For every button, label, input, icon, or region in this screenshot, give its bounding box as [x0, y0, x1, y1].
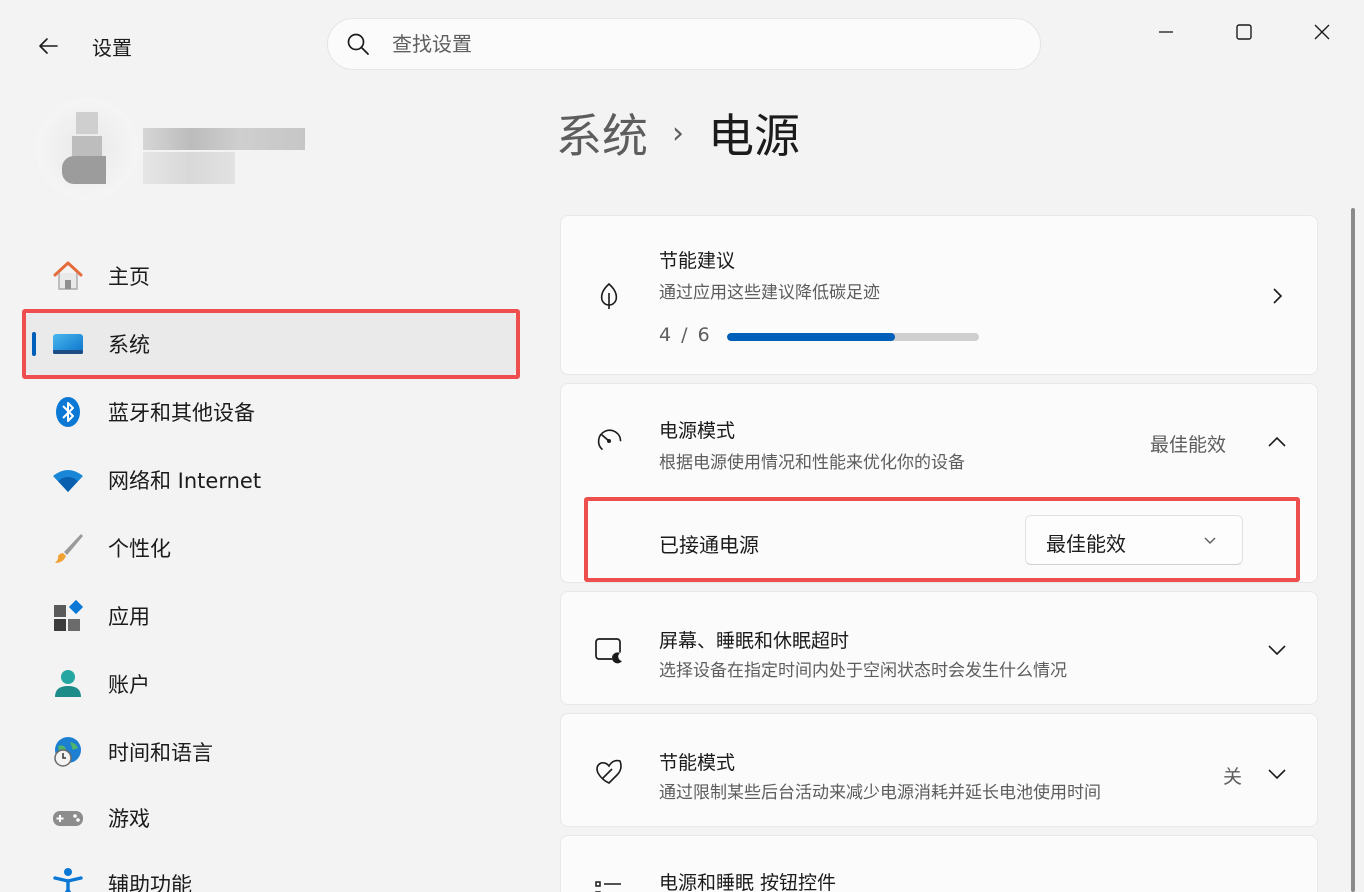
energy-saver-card[interactable]: 节能模式 通过限制某些后台活动来减少电源消耗并延长电池使用时间 关 — [560, 713, 1318, 827]
power-mode-value: 最佳能效 — [1150, 434, 1227, 456]
chevron-down-icon — [1265, 886, 1289, 892]
accessibility-icon — [50, 866, 86, 892]
chevron-down-icon — [1265, 762, 1289, 786]
profile-email-blurred — [143, 152, 235, 184]
card-title: 节能建议 — [659, 250, 736, 272]
card-subtitle: 根据电源使用情况和性能来优化你的设备 — [659, 453, 965, 473]
globe-clock-icon — [50, 734, 86, 770]
list-settings-icon — [591, 874, 627, 892]
progress-text: 4 / 6 — [659, 324, 712, 346]
sidebar-item-label: 主页 — [108, 265, 150, 289]
energy-saver-status: 关 — [1223, 766, 1243, 788]
sidebar-item-label: 账户 — [108, 673, 150, 697]
close-icon — [1314, 24, 1330, 40]
sidebar-item-label: 应用 — [108, 605, 150, 629]
home-icon — [50, 258, 86, 294]
highlight-box-power-mode — [584, 497, 1300, 582]
sidebar-item-label: 时间和语言 — [108, 741, 213, 765]
sidebar-item-personalization[interactable]: 个性化 — [26, 516, 516, 580]
sidebar-item-label: 蓝牙和其他设备 — [108, 401, 255, 425]
sidebar-item-gaming[interactable]: 游戏 — [26, 786, 516, 850]
highlight-box-system — [22, 309, 520, 379]
back-button[interactable] — [30, 28, 66, 64]
sidebar-item-label: 辅助功能 — [108, 873, 192, 892]
progress-fill — [727, 333, 896, 341]
sidebar-item-bluetooth[interactable]: 蓝牙和其他设备 — [26, 380, 516, 444]
power-button-card[interactable]: 电源和睡眠 按钮控件 — [560, 835, 1318, 892]
scrollbar[interactable] — [1351, 208, 1355, 892]
sidebar-item-time-language[interactable]: 时间和语言 — [26, 720, 516, 784]
progress-bar — [727, 333, 979, 341]
screen-sleep-card[interactable]: 屏幕、睡眠和休眠超时 选择设备在指定时间内处于空闲状态时会发生什么情况 — [560, 591, 1318, 705]
card-subtitle: 选择设备在指定时间内处于空闲状态时会发生什么情况 — [659, 661, 1067, 681]
sidebar-item-accessibility[interactable]: 辅助功能 — [26, 852, 516, 892]
chevron-up-icon[interactable] — [1265, 430, 1289, 454]
back-arrow-icon — [39, 38, 58, 54]
screen-moon-icon — [591, 632, 627, 668]
breadcrumb-parent[interactable]: 系统 — [556, 100, 648, 166]
sidebar-item-home[interactable]: 主页 — [26, 244, 516, 308]
search-input[interactable] — [392, 24, 992, 64]
brush-icon — [50, 530, 86, 566]
bluetooth-icon — [50, 394, 86, 430]
app-title: 设置 — [92, 36, 132, 60]
wifi-icon — [50, 462, 86, 498]
page-title: 电源 — [708, 109, 800, 163]
leaf-icon — [591, 278, 627, 314]
breadcrumb: 系统 › 电源 — [556, 100, 800, 166]
close-button[interactable] — [1302, 12, 1342, 52]
profile-name-blurred — [143, 128, 305, 150]
leaf-heart-icon — [591, 754, 627, 790]
account-icon — [50, 666, 86, 702]
sidebar-item-accounts[interactable]: 账户 — [26, 652, 516, 716]
chevron-down-icon — [1265, 638, 1289, 662]
power-mode-card[interactable]: 电源模式 根据电源使用情况和性能来优化你的设备 最佳能效 — [560, 383, 1318, 498]
gamepad-icon — [50, 800, 86, 836]
energy-recommendations-card[interactable]: 节能建议 通过应用这些建议降低碳足迹 4 / 6 — [560, 215, 1318, 375]
apps-icon — [50, 598, 86, 634]
minimize-button[interactable] — [1146, 12, 1186, 52]
maximize-icon — [1236, 24, 1252, 40]
maximize-button[interactable] — [1224, 12, 1264, 52]
sidebar-item-label: 网络和 Internet — [108, 469, 262, 493]
sidebar-item-label: 游戏 — [108, 807, 150, 831]
sidebar-item-apps[interactable]: 应用 — [26, 584, 516, 648]
card-title: 电源和睡眠 按钮控件 — [659, 872, 837, 892]
minimize-icon — [1159, 31, 1173, 33]
card-subtitle: 通过应用这些建议降低碳足迹 — [659, 283, 880, 303]
sidebar-item-network[interactable]: 网络和 Internet — [26, 448, 516, 512]
search-icon — [347, 33, 369, 55]
card-subtitle: 通过限制某些后台活动来减少电源消耗并延长电池使用时间 — [659, 783, 1101, 803]
sidebar-item-label: 个性化 — [108, 537, 171, 561]
card-title: 节能模式 — [659, 752, 736, 774]
card-title: 屏幕、睡眠和休眠超时 — [659, 630, 850, 652]
breadcrumb-separator: › — [672, 115, 684, 151]
speedometer-icon — [591, 422, 627, 458]
card-title: 电源模式 — [659, 420, 736, 442]
chevron-right-icon — [1265, 284, 1289, 308]
avatar[interactable] — [36, 98, 138, 200]
